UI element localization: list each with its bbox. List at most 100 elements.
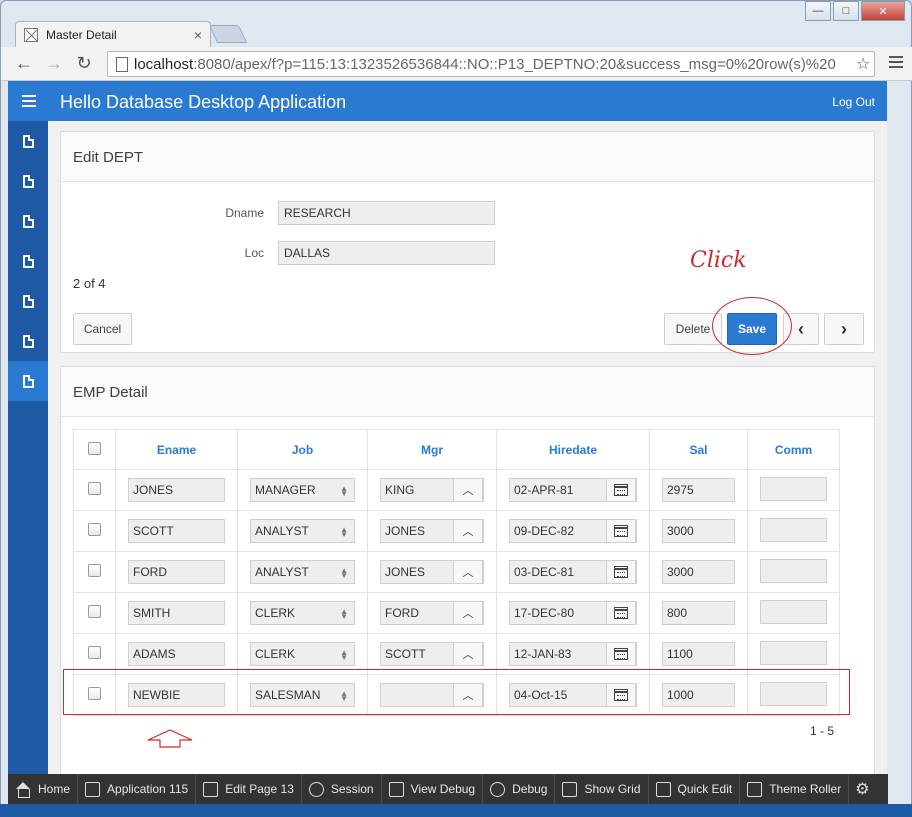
col-header-ename[interactable]: Ename — [115, 429, 238, 470]
mgr-popup-lov[interactable]: FORD ︿ — [380, 601, 484, 625]
comm-input[interactable] — [760, 517, 827, 542]
app-title[interactable]: Hello Database Desktop Application — [60, 92, 346, 113]
chevron-up-icon[interactable]: ︿ — [453, 560, 483, 584]
browser-menu-icon[interactable] — [889, 56, 903, 71]
calendar-icon — [614, 648, 628, 660]
calendar-button[interactable] — [606, 478, 636, 502]
hiredate-picker[interactable]: 09-DEC-82 — [509, 519, 637, 543]
ename-input[interactable]: FORD — [128, 560, 225, 584]
reload-icon[interactable]: ↻ — [73, 53, 95, 74]
mgr-popup-lov[interactable]: JONES ︿ — [380, 560, 484, 584]
hiredate-picker[interactable]: 12-JAN-83 — [509, 642, 637, 666]
dname-label: Dname — [225, 206, 264, 220]
nav-item-6[interactable] — [8, 321, 48, 361]
dev-show-grid-button[interactable]: Show Grid — [555, 774, 649, 804]
hiredate-picker[interactable]: 03-DEC-81 — [509, 560, 637, 584]
dev-theme-roller-button[interactable]: Theme Roller — [740, 774, 850, 804]
select-all-checkbox[interactable] — [88, 441, 101, 455]
ename-input[interactable]: JONES — [128, 478, 225, 502]
ename-input[interactable]: SMITH — [128, 601, 225, 625]
table-row: SMITH CLERK ▲ ▼ FORD ︿ 17-DEC-80 800 — [73, 592, 840, 634]
chevron-up-icon[interactable]: ︿ — [453, 478, 483, 502]
forward-icon[interactable]: → — [43, 53, 65, 74]
dev-quick-edit-button[interactable]: Quick Edit — [649, 774, 741, 804]
col-header-job[interactable]: Job — [237, 429, 368, 470]
gear-icon[interactable]: ⚙ — [849, 779, 875, 799]
dname-input[interactable]: RESEARCH — [278, 201, 495, 225]
chevron-up-icon[interactable]: ︿ — [453, 601, 483, 625]
nav-toggle-icon[interactable] — [22, 95, 36, 110]
mgr-popup-lov[interactable]: SCOTT ︿ — [380, 642, 484, 666]
hiredate-picker[interactable]: 02-APR-81 — [509, 478, 637, 502]
mgr-popup-lov[interactable]: KING ︿ — [380, 478, 484, 502]
calendar-button[interactable] — [606, 519, 636, 543]
next-record-button[interactable]: › — [824, 313, 864, 345]
mgr-popup-lov[interactable]: JONES ︿ — [380, 519, 484, 543]
new-row-highlight — [63, 669, 850, 715]
col-header-sal[interactable]: Sal — [649, 429, 748, 470]
sal-input[interactable]: 2975 — [662, 478, 735, 502]
dev-application-button[interactable]: Application 115 — [78, 774, 197, 804]
calendar-button[interactable] — [606, 560, 636, 584]
cancel-button[interactable]: Cancel — [73, 313, 132, 345]
dev-home-button[interactable]: Home — [8, 774, 79, 804]
sal-cell: 3000 — [649, 510, 748, 552]
ename-input[interactable]: SCOTT — [128, 519, 225, 543]
close-window-button[interactable]: ✕ — [861, 1, 905, 21]
dev-session-button[interactable]: Session — [302, 774, 382, 804]
dev-edit-page-button[interactable]: Edit Page 13 — [196, 774, 302, 804]
comm-input[interactable] — [760, 476, 827, 501]
nav-item-3[interactable] — [8, 201, 48, 241]
job-select[interactable]: ANALYST ▲ ▼ — [250, 560, 355, 584]
loc-row: Loc DALLAS — [73, 241, 495, 265]
job-select[interactable]: MANAGER ▲ ▼ — [250, 478, 355, 502]
calendar-button[interactable] — [606, 642, 636, 666]
chevron-up-icon[interactable]: ︿ — [453, 519, 483, 543]
maximize-button[interactable]: □ — [833, 1, 859, 21]
row-checkbox[interactable] — [88, 605, 101, 618]
row-checkbox[interactable] — [88, 646, 101, 659]
nav-item-2[interactable] — [8, 161, 48, 201]
row-checkbox[interactable] — [88, 564, 101, 577]
sal-input[interactable]: 3000 — [662, 560, 735, 584]
bookmark-star-icon[interactable]: ☆ — [852, 54, 874, 74]
calendar-button[interactable] — [606, 601, 636, 625]
dev-debug-button[interactable]: Debug — [483, 774, 556, 804]
browser-tab[interactable]: Master Detail × — [15, 21, 211, 47]
job-select[interactable]: CLERK ▲ ▼ — [250, 642, 355, 666]
comm-input[interactable] — [760, 640, 827, 665]
col-header-mgr[interactable]: Mgr — [367, 429, 497, 470]
nav-item-5[interactable] — [8, 281, 48, 321]
hiredate-picker[interactable]: 17-DEC-80 — [509, 601, 637, 625]
ename-cell: SCOTT — [115, 510, 238, 552]
job-select[interactable]: ANALYST ▲ ▼ — [250, 519, 355, 543]
job-select[interactable]: CLERK ▲ ▼ — [250, 601, 355, 625]
region-title: Edit DEPT — [61, 132, 874, 182]
minimize-button[interactable]: — — [805, 1, 831, 21]
nav-item-4[interactable] — [8, 241, 48, 281]
back-icon[interactable]: ← — [13, 53, 35, 74]
sal-input[interactable]: 800 — [662, 601, 735, 625]
sal-input[interactable]: 3000 — [662, 519, 735, 543]
row-checkbox[interactable] — [88, 523, 101, 536]
sal-input[interactable]: 1100 — [662, 642, 735, 666]
address-bar[interactable]: localhost:8080/apex/f?p=115:13:132352653… — [107, 51, 875, 77]
ename-cell: FORD — [115, 551, 238, 593]
loc-input[interactable]: DALLAS — [278, 241, 495, 265]
nav-item-7-active[interactable] — [8, 361, 48, 401]
ename-input[interactable]: ADAMS — [128, 642, 225, 666]
dev-view-debug-button[interactable]: View Debug — [382, 774, 484, 804]
col-header-comm[interactable]: Comm — [747, 429, 840, 470]
new-tab-button[interactable] — [208, 25, 248, 43]
tab-close-icon[interactable]: × — [194, 27, 202, 43]
row-checkbox[interactable] — [88, 482, 101, 495]
url-text: localhost:8080/apex/f?p=115:13:132352653… — [134, 55, 836, 73]
comm-input[interactable] — [760, 558, 827, 583]
col-header-hiredate[interactable]: Hiredate — [496, 429, 650, 470]
comm-input[interactable] — [760, 599, 827, 624]
table-row: FORD ANALYST ▲ ▼ JONES ︿ 03-DEC-81 3000 — [73, 551, 840, 593]
logout-link[interactable]: Log Out — [832, 95, 875, 109]
chevron-up-icon[interactable]: ︿ — [453, 642, 483, 666]
row-select-cell — [73, 510, 116, 552]
nav-item-1[interactable] — [8, 121, 48, 161]
